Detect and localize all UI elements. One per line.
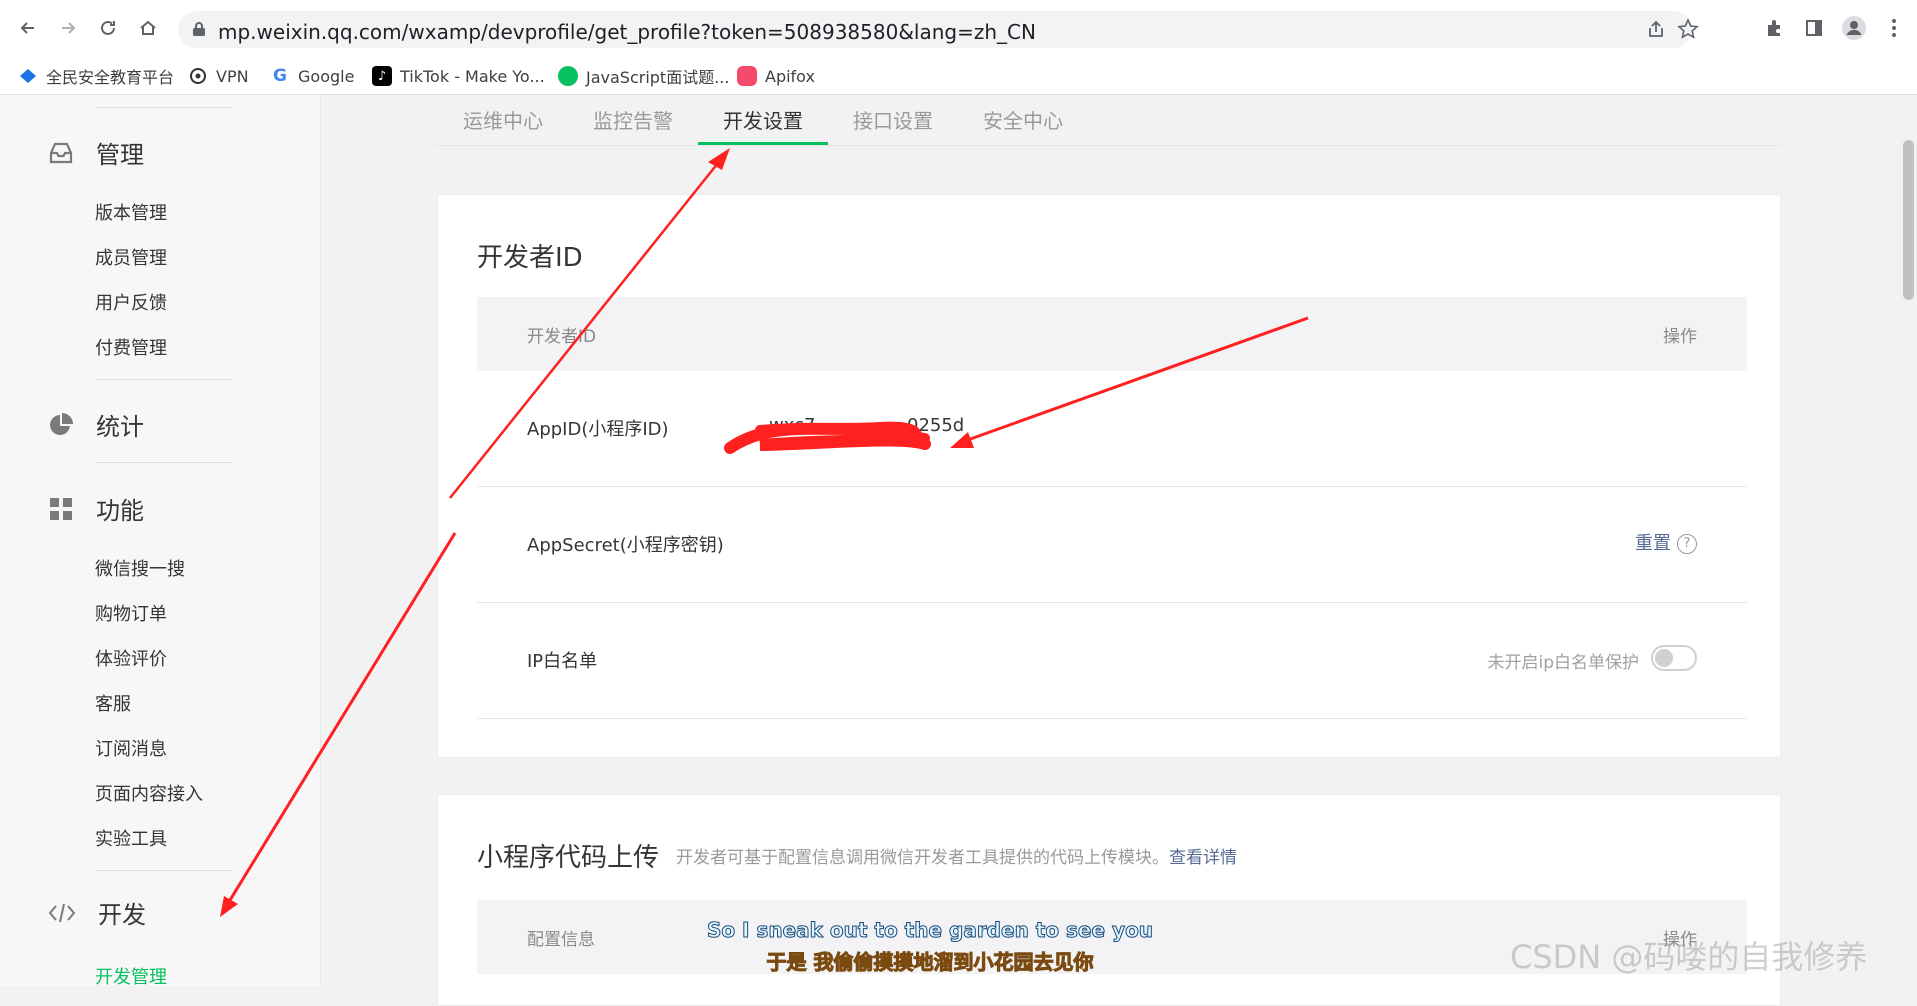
view-details-link[interactable]: 查看详情 [1169,848,1237,868]
toggle-knob [1655,649,1673,667]
scrollbar-thumb[interactable] [1903,140,1914,300]
tab-ops[interactable]: 运维中心 [463,105,543,134]
bookmark-label: 全民安全教育平台 [46,68,175,87]
shield-bookmark-icon [18,66,38,86]
bookmark-item[interactable]: VPN [188,64,249,88]
sidebar-item-wechat-search[interactable]: 微信搜一搜 [95,555,185,581]
table-row-appid: AppID(小程序ID) wxc7 0255d [477,371,1747,487]
sidebar-section-features[interactable]: 功能 [48,491,144,526]
sidebar-section-label: 功能 [96,497,144,525]
sidebar-item-version[interactable]: 版本管理 [95,199,167,225]
sidebar-item-dev-manage[interactable]: 开发管理 [95,963,167,989]
sidepanel-icon[interactable] [1800,14,1828,42]
video-subtitle-zh: 于是 我偷偷摸摸地溜到小花园去见你 [766,950,1094,975]
divider [95,462,232,463]
google-bookmark-icon: G [273,66,287,86]
divider [95,107,232,108]
dev-id-card: 开发者ID 开发者ID 操作 AppID(小程序ID) wxc7 0255d A… [437,194,1781,758]
appid-value-tail: 0255d [907,415,965,436]
video-subtitle-en: So I sneak out to the garden to see you [706,918,1154,943]
apifox-bookmark-icon [737,66,757,86]
sidebar-section-develop[interactable]: 开发 [48,895,146,930]
sidebar-item-page-content[interactable]: 页面内容接入 [95,780,203,806]
ip-whitelist-status: 未开启ip白名单保护 [1487,653,1639,673]
divider [95,379,232,380]
watermark: CSDN @码喽的自我修养 [1510,938,1868,976]
card-description-row: 开发者可基于配置信息调用微信开发者工具提供的代码上传模块。查看详情 [676,843,1237,868]
share-icon[interactable] [1646,19,1666,43]
card-description: 开发者可基于配置信息调用微信开发者工具提供的代码上传模块。 [676,848,1169,868]
sidebar-section-label: 开发 [98,901,146,929]
back-icon[interactable] [14,14,42,42]
sidebar-item-orders[interactable]: 购物订单 [95,600,167,626]
sidebar-item-experiments[interactable]: 实验工具 [95,825,167,851]
table-row-ip-whitelist: IP白名单 未开启ip白名单保护 [477,603,1747,719]
sidebar-item-subscriptions[interactable]: 订阅消息 [95,735,167,761]
tab-api-settings[interactable]: 接口设置 [853,105,933,134]
sidebar-item-payment[interactable]: 付费管理 [95,334,167,360]
row-label: AppSecret(小程序密钥) [527,535,724,556]
column-header: 操作 [1663,327,1697,347]
sidebar-section-stats[interactable]: 统计 [48,407,144,442]
bookmark-item[interactable]: 全民安全教育平台 [18,64,174,88]
tab-dev-settings[interactable]: 开发设置 [723,105,803,134]
reload-icon[interactable] [94,14,122,42]
home-icon[interactable] [134,14,162,42]
ip-whitelist-toggle[interactable] [1651,645,1697,671]
table-row-appsecret: AppSecret(小程序密钥) 重置? [477,487,1747,603]
grid-icon [48,496,74,522]
star-icon[interactable] [1677,18,1699,44]
pie-chart-icon [48,412,74,438]
appid-value: wxc7 [769,415,816,436]
lock-icon [192,21,206,41]
bookmark-item[interactable]: G Google [270,64,354,88]
bookmark-label: Google [298,66,355,86]
profile-avatar-icon[interactable] [1840,14,1868,42]
bookmark-item[interactable]: JavaScript面试题... [558,64,729,88]
card-title: 开发者ID [477,243,583,273]
column-header: 配置信息 [527,930,595,950]
sidebar-item-feedback[interactable]: 用户反馈 [95,289,167,315]
table-header: 开发者ID 操作 [477,297,1747,371]
bookmark-label: Apifox [765,66,815,86]
card-title: 小程序代码上传 [477,843,660,873]
sidebar-section-manage[interactable]: 管理 [48,135,144,170]
reset-secret-link[interactable]: 重置? [1635,529,1697,555]
sidebar-item-reviews[interactable]: 体验评价 [95,645,167,671]
address-bar[interactable]: mp.weixin.qq.com/wxamp/devprofile/get_pr… [178,11,1699,48]
bookmarks-bar: 全民安全教育平台 VPN G Google ♪ TikTok - Make Yo… [0,58,1917,95]
wechat-bookmark-icon [558,66,578,86]
sidebar-section-label: 统计 [96,413,144,441]
sidebar-item-members[interactable]: 成员管理 [95,244,167,270]
url-text: mp.weixin.qq.com/wxamp/devprofile/get_pr… [218,20,1036,44]
tab-monitoring[interactable]: 监控告警 [593,105,673,134]
bookmark-label: JavaScript面试题... [586,68,730,87]
reset-label: 重置 [1635,533,1671,554]
code-icon [48,902,76,924]
row-label: IP白名单 [527,651,598,672]
bookmark-item[interactable]: ♪ TikTok - Make Yo... [372,64,545,88]
forward-icon[interactable] [54,14,82,42]
active-tab-indicator [698,142,828,145]
row-label: AppID(小程序ID) [527,419,669,440]
tab-security[interactable]: 安全中心 [983,105,1063,134]
column-header: 开发者ID [527,327,597,347]
bookmark-label: TikTok - Make Yo... [400,66,545,86]
extensions-icon[interactable] [1760,14,1788,42]
inbox-icon [48,141,74,165]
sidebar-item-customer-service[interactable]: 客服 [95,690,131,716]
browser-toolbar: mp.weixin.qq.com/wxamp/devprofile/get_pr… [0,0,1917,58]
bookmark-item[interactable]: Apifox [737,64,815,88]
sidebar: 管理 版本管理 成员管理 用户反馈 付费管理 统计 功能 微信搜一搜 购物订单 … [0,95,321,989]
vpn-bookmark-icon [188,66,208,86]
bookmark-label: VPN [216,66,249,86]
tiktok-bookmark-icon: ♪ [372,66,392,86]
sidebar-section-label: 管理 [96,141,144,169]
menu-kebab-icon[interactable] [1880,14,1908,42]
settings-tabs: 运维中心 监控告警 开发设置 接口设置 安全中心 [435,95,1780,146]
divider [95,870,232,871]
help-icon[interactable]: ? [1677,534,1697,554]
